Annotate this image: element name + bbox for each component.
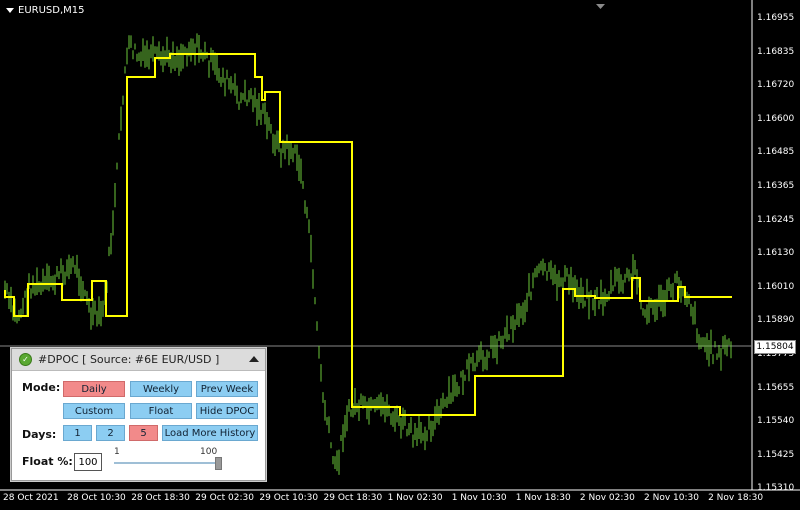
weekly-button[interactable]: Weekly [130, 381, 192, 397]
x-tick: 28 Oct 2021 [3, 493, 59, 503]
float-slider-thumb[interactable] [215, 457, 222, 470]
x-tick: 29 Oct 02:30 [195, 493, 254, 503]
x-tick: 28 Oct 10:30 [67, 493, 126, 503]
float-label: Float %: [22, 455, 73, 468]
mode-label: Mode: [22, 381, 61, 394]
x-tick: 28 Oct 18:30 [131, 493, 190, 503]
x-tick: 1 Nov 02:30 [387, 493, 443, 503]
x-tick: 2 Nov 02:30 [579, 493, 635, 503]
x-tick: 2 Nov 10:30 [644, 493, 699, 503]
days-1-button[interactable]: 1 [63, 425, 92, 441]
y-tick: 1.16600 [757, 113, 795, 124]
y-tick: 1.15540 [757, 416, 795, 427]
y-tick: 1.16955 [757, 13, 795, 23]
y-tick: 1.16485 [757, 147, 795, 158]
days-label: Days: [22, 428, 57, 441]
slider-min: 1 [114, 447, 120, 457]
load-more-history-button[interactable]: Load More History [162, 425, 258, 441]
days-2-button[interactable]: 2 [96, 425, 125, 441]
y-tick: 1.16365 [757, 181, 795, 191]
panel-title: #DPOC [ Source: #6E EUR/USD ] [38, 353, 220, 366]
hide-dpoc-button[interactable]: Hide DPOC [196, 403, 258, 419]
x-tick: 29 Oct 10:30 [259, 493, 319, 503]
slider-max: 100 [200, 447, 218, 457]
collapse-icon[interactable] [249, 356, 259, 362]
y-tick: 1.16835 [757, 46, 795, 57]
float-button[interactable]: Float [130, 403, 192, 419]
symbol-title[interactable]: EURUSD,M15 [6, 5, 84, 16]
float-slider-track[interactable] [114, 462, 218, 464]
y-tick: 1.15425 [757, 449, 795, 460]
y-tick: 1.16245 [757, 214, 795, 225]
prev-week-button[interactable]: Prev Week [196, 381, 258, 397]
float-percent-input[interactable]: 100 [74, 453, 102, 471]
custom-button[interactable]: Custom [63, 403, 125, 419]
daily-button[interactable]: Daily [63, 381, 125, 397]
y-tick: 1.15890 [757, 315, 795, 326]
y-tick: 1.16720 [757, 80, 795, 91]
x-tick: 29 Oct 18:30 [323, 493, 383, 503]
symbol-label: EURUSD,M15 [18, 5, 85, 16]
y-tick: 1.16130 [757, 248, 795, 259]
panel-header[interactable]: ✓ #DPOC [ Source: #6E EUR/USD ] [12, 349, 265, 371]
y-tick: 1.16010 [757, 281, 795, 292]
y-tick: 1.15310 [757, 483, 795, 494]
x-tick: 1 Nov 18:30 [515, 493, 571, 503]
dpoc-panel: ✓ #DPOC [ Source: #6E EUR/USD ] Mode: Da… [11, 348, 266, 481]
y-tick: 1.15655 [757, 382, 795, 393]
check-icon: ✓ [19, 353, 32, 366]
x-tick: 2 Nov 18:30 [708, 493, 764, 503]
x-tick: 1 Nov 10:30 [451, 493, 507, 503]
dropdown-arrow-icon[interactable] [6, 8, 14, 13]
days-5-button[interactable]: 5 [129, 425, 158, 441]
current-price-tag: 1.15804 [754, 340, 796, 354]
